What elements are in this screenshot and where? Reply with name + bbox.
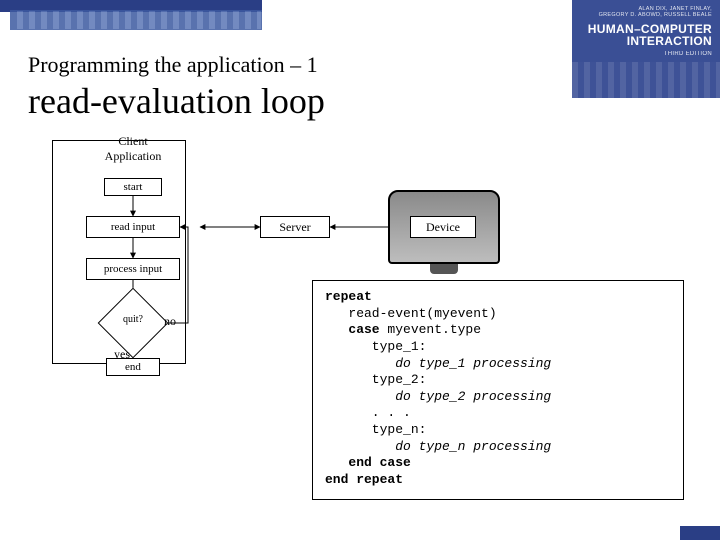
book-cover-stripes: [572, 62, 720, 98]
book-cover: ALAN DIX, JANET FINLAY, GREGORY D. ABOWD…: [572, 0, 720, 98]
flow-server-box: Server: [260, 216, 330, 238]
footer-accent: [680, 526, 720, 540]
pseudocode-box: repeat read-event(myevent) case myevent.…: [312, 280, 684, 500]
code-type1-do: do type_1 processing: [325, 356, 551, 371]
flow-start-box: start: [104, 178, 162, 196]
kw-repeat: repeat: [325, 289, 372, 304]
code-type2-do: do type_2 processing: [325, 389, 551, 404]
device-monitor-stand: [430, 264, 458, 274]
book-edition: THIRD EDITION: [580, 51, 712, 58]
flow-end-box: end: [106, 358, 160, 376]
book-authors: ALAN DIX, JANET FINLAY, GREGORY D. ABOWD…: [580, 6, 712, 19]
code-case-expr: myevent.type: [380, 322, 481, 337]
kw-endcase: end case: [325, 455, 411, 470]
code-ellipsis: . . .: [325, 405, 411, 420]
code-type1: type_1:: [325, 339, 426, 354]
code-type2: type_2:: [325, 372, 426, 387]
slide-title: read-evaluation loop: [28, 80, 325, 122]
book-title: HUMAN–COMPUTER INTERACTION: [580, 23, 712, 47]
header-white-gap: [262, 0, 574, 44]
kw-endrepeat: end repeat: [325, 472, 403, 487]
code-read-event: read-event(myevent): [325, 306, 497, 321]
flow-process-input-box: process input: [86, 258, 180, 280]
slide-subtitle: Programming the application – 1: [28, 52, 318, 78]
flow-read-input-box: read input: [86, 216, 180, 238]
flow-no-label: no: [164, 314, 176, 329]
flow-device-box: Device: [410, 216, 476, 238]
kw-case: case: [325, 322, 380, 337]
header-binary-pattern: [10, 10, 262, 30]
code-typen-do: do type_n processing: [325, 439, 551, 454]
flow-decision-text: quit?: [108, 314, 158, 325]
code-typen: type_n:: [325, 422, 426, 437]
